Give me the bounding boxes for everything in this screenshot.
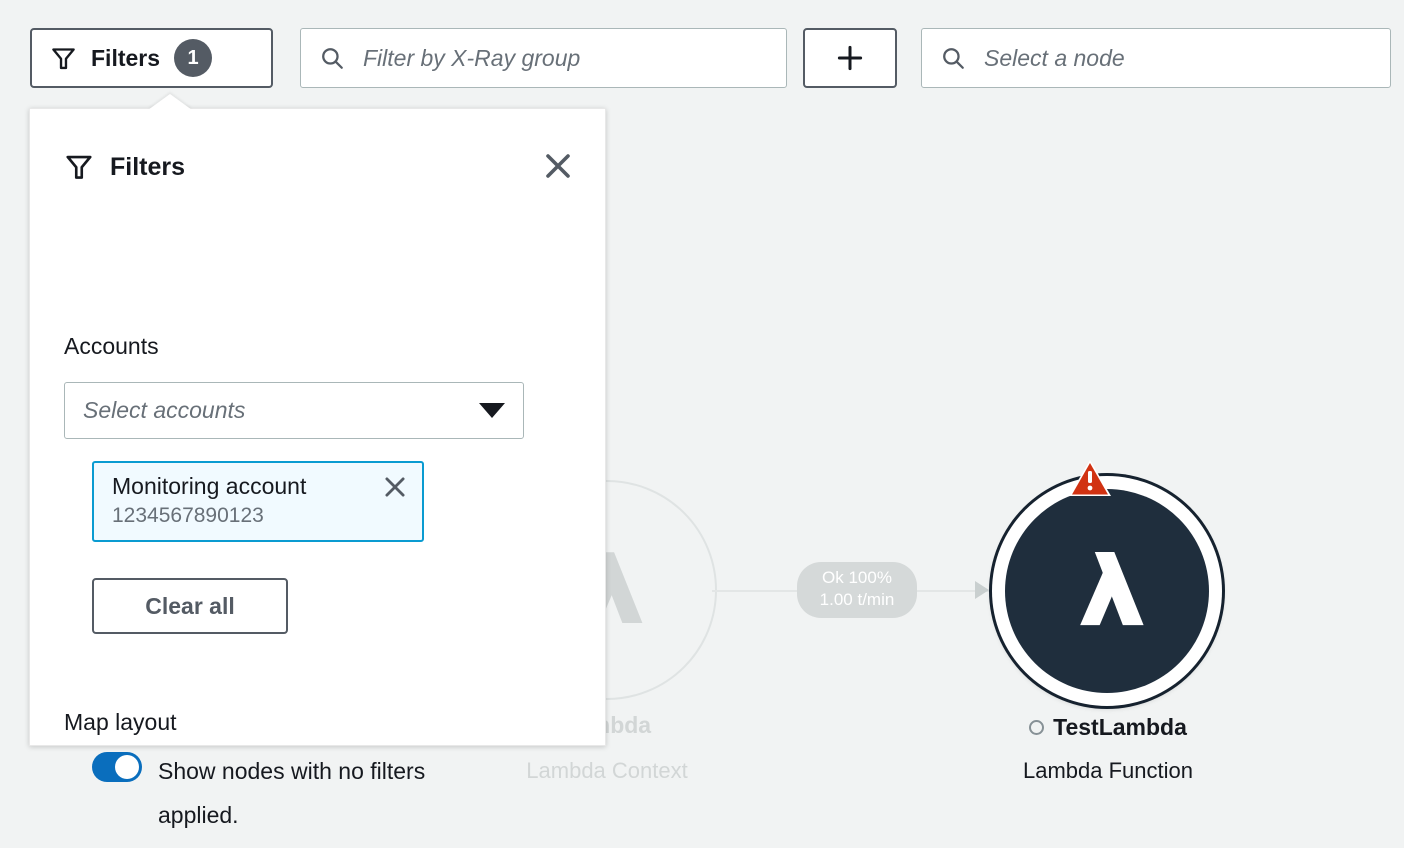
node-test-lambda-subtitle: Lambda Function — [960, 758, 1256, 784]
filters-count-badge: 1 — [174, 39, 212, 77]
close-icon[interactable] — [382, 474, 408, 500]
add-filter-button[interactable] — [803, 28, 897, 88]
xray-service-map-page: Lambda Lambda Context Ok 100% 1.00 t/min — [0, 0, 1404, 848]
accounts-section-label: Accounts — [64, 333, 159, 360]
show-unfiltered-nodes-label: Show nodes with no filters applied. — [158, 749, 503, 837]
filters-popover-header: Filters — [64, 147, 579, 187]
filters-button-label: Filters — [91, 45, 160, 72]
clear-all-label: Clear all — [145, 593, 235, 620]
account-token-row: Monitoring account — [112, 473, 408, 500]
xray-group-search-box[interactable] — [300, 28, 787, 88]
close-icon[interactable] — [537, 145, 579, 187]
funnel-icon — [50, 45, 77, 72]
map-layout-section-label: Map layout — [64, 709, 177, 736]
node-test-lambda-title: TestLambda — [1053, 714, 1187, 741]
account-token-title: Monitoring account — [112, 473, 306, 500]
account-token-chip[interactable]: Monitoring account 1234567890123 — [92, 461, 424, 542]
warning-triangle-icon[interactable] — [1068, 458, 1112, 498]
filters-popover-title: Filters — [110, 153, 185, 182]
plus-icon — [835, 43, 865, 73]
funnel-icon — [64, 152, 94, 182]
edge-metrics-label[interactable]: Ok 100% 1.00 t/min — [797, 562, 917, 618]
clear-all-button[interactable]: Clear all — [92, 578, 288, 634]
edge-rate-value: 1.00 t/min — [797, 589, 917, 611]
node-test-lambda-title-row: TestLambda — [960, 714, 1256, 741]
filters-button[interactable]: Filters 1 — [30, 28, 273, 88]
aws-lambda-icon — [1046, 530, 1168, 652]
show-unfiltered-nodes-toggle[interactable] — [92, 752, 142, 782]
search-icon — [940, 45, 966, 71]
map-toolbar: Filters 1 — [0, 0, 1404, 100]
search-icon — [319, 45, 345, 71]
show-unfiltered-nodes-row: Show nodes with no filters applied. — [92, 749, 512, 837]
accounts-select[interactable]: Select accounts — [64, 382, 524, 439]
accounts-select-value: Select accounts — [83, 397, 245, 424]
account-token-subtitle: 1234567890123 — [112, 504, 408, 528]
chevron-down-icon — [479, 403, 505, 418]
popover-arrow — [148, 94, 192, 110]
edge-health-value: Ok 100% — [797, 567, 917, 589]
service-map-node-test-lambda[interactable] — [992, 476, 1222, 706]
toggle-knob — [115, 755, 139, 779]
filters-popover: Filters Accounts Select accounts Monitor… — [29, 108, 606, 746]
node-search-box[interactable] — [921, 28, 1391, 88]
edge-arrow-icon — [975, 581, 989, 599]
xray-group-search-input[interactable] — [361, 44, 768, 73]
node-search-input[interactable] — [982, 44, 1372, 73]
status-ring-icon — [1029, 720, 1044, 735]
